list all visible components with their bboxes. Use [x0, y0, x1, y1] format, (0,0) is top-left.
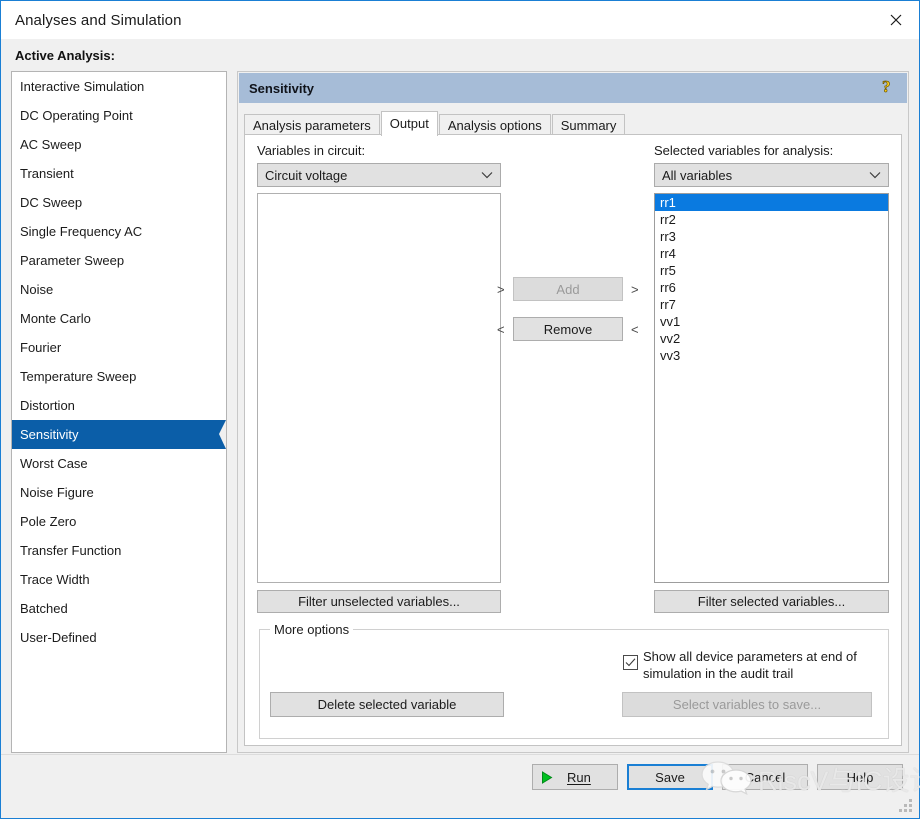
save-button[interactable]: Save: [627, 764, 713, 790]
cancel-button[interactable]: Cancel: [722, 764, 808, 790]
sidebar-item-transient[interactable]: Transient: [12, 159, 226, 188]
selected-variables-value: All variables: [662, 167, 733, 183]
sidebar-item-temperature-sweep[interactable]: Temperature Sweep: [12, 362, 226, 391]
title-bar: Analyses and Simulation: [1, 1, 919, 39]
tab-panel-output: Variables in circuit: Circuit voltage Fi…: [244, 134, 902, 746]
svg-text:?: ?: [882, 77, 891, 96]
tab-output[interactable]: Output: [380, 111, 438, 136]
play-triangle-icon: [542, 770, 553, 784]
sidebar-item-dc-sweep[interactable]: DC Sweep: [12, 188, 226, 217]
list-item[interactable]: rr7: [655, 296, 888, 313]
resize-grip[interactable]: [899, 799, 913, 813]
close-glyph: [890, 14, 902, 25]
chevron-glyph: [869, 172, 881, 179]
delete-selected-variable-button[interactable]: Delete selected variable: [270, 692, 504, 717]
analysis-panel: Sensitivity ? Analysis parameters Output A…: [237, 71, 909, 753]
list-item[interactable]: rr2: [655, 211, 888, 228]
window-title: Analyses and Simulation: [15, 11, 182, 29]
chevron-down-icon: [474, 171, 500, 179]
sidebar-item-transfer-function[interactable]: Transfer Function: [12, 536, 226, 565]
more-options-legend: More options: [270, 622, 354, 637]
show-all-device-parameters-checkbox[interactable]: [623, 655, 638, 670]
list-item[interactable]: rr3: [655, 228, 888, 245]
sidebar-item-dc-operating-point[interactable]: DC Operating Point: [12, 101, 226, 130]
more-options-group: More options Delete selected variable Sh…: [259, 622, 889, 739]
sidebar-item-parameter-sweep[interactable]: Parameter Sweep: [12, 246, 226, 275]
remove-left-arrow-icon: <: [497, 322, 505, 337]
variables-in-circuit-select[interactable]: Circuit voltage: [257, 163, 501, 187]
question-mark-glyph: ?: [882, 77, 891, 96]
filter-unselected-variables-button[interactable]: Filter unselected variables...: [257, 590, 501, 613]
selected-variables-list[interactable]: rr1 rr2 rr3 rr4 rr5 rr6 rr7 vv1 vv2 vv3: [654, 193, 889, 583]
tab-analysis-parameters[interactable]: Analysis parameters: [244, 114, 380, 135]
question-mark-help-icon[interactable]: ?: [878, 75, 900, 101]
remove-button[interactable]: Remove: [513, 317, 623, 341]
selected-variables-select[interactable]: All variables: [654, 163, 889, 187]
list-item[interactable]: rr1: [655, 194, 888, 211]
sidebar-item-sensitivity[interactable]: Sensitivity: [12, 420, 226, 449]
help-button[interactable]: Help: [817, 764, 903, 790]
list-item[interactable]: vv3: [655, 347, 888, 364]
sidebar-item-worst-case[interactable]: Worst Case: [12, 449, 226, 478]
list-item[interactable]: vv1: [655, 313, 888, 330]
sidebar-item-batched[interactable]: Batched: [12, 594, 226, 623]
remove-right-arrow-icon: <: [631, 322, 639, 337]
sidebar-item-noise[interactable]: Noise: [12, 275, 226, 304]
page-title: Sensitivity: [249, 80, 315, 96]
select-variables-to-save-button[interactable]: Select variables to save...: [622, 692, 872, 717]
add-left-arrow-icon: >: [497, 282, 505, 297]
filter-selected-variables-button[interactable]: Filter selected variables...: [654, 590, 889, 613]
list-item[interactable]: vv2: [655, 330, 888, 347]
sidebar-item-fourier[interactable]: Fourier: [12, 333, 226, 362]
close-icon[interactable]: [873, 1, 919, 38]
analyses-and-simulation-window: Analyses and Simulation Active Analysis:…: [0, 0, 920, 819]
sidebar-item-interactive-simulation[interactable]: Interactive Simulation: [12, 72, 226, 101]
sidebar-item-user-defined[interactable]: User-Defined: [12, 623, 226, 652]
sidebar-item-distortion[interactable]: Distortion: [12, 391, 226, 420]
active-analysis-list[interactable]: Interactive Simulation DC Operating Point…: [11, 71, 227, 753]
tab-strip[interactable]: Analysis parameters Output Analysis option…: [244, 111, 902, 136]
sidebar-item-monte-carlo[interactable]: Monte Carlo: [12, 304, 226, 333]
tab-summary[interactable]: Summary: [551, 114, 626, 135]
chevron-glyph: [481, 172, 493, 179]
dialog-footer: Run Save Cancel Help: [1, 754, 919, 818]
variables-in-circuit-label: Variables in circuit:: [257, 143, 366, 158]
show-all-device-parameters-checkbox-row[interactable]: Show all device parameters at end of sim…: [623, 648, 873, 682]
sidebar-item-noise-figure[interactable]: Noise Figure: [12, 478, 226, 507]
run-button[interactable]: Run: [532, 764, 618, 790]
sidebar-item-pole-zero[interactable]: Pole Zero: [12, 507, 226, 536]
variables-in-circuit-value: Circuit voltage: [265, 167, 348, 183]
list-item[interactable]: rr6: [655, 279, 888, 296]
panel-header: Sensitivity ?: [239, 73, 907, 103]
unselected-variables-list[interactable]: [257, 193, 501, 583]
sidebar-item-trace-width[interactable]: Trace Width: [12, 565, 226, 594]
show-all-device-parameters-label: Show all device parameters at end of sim…: [643, 649, 857, 681]
checkmark-icon: [625, 658, 636, 667]
chevron-down-icon: [862, 171, 888, 179]
selected-variables-label: Selected variables for analysis:: [654, 143, 834, 158]
add-button[interactable]: Add: [513, 277, 623, 301]
tab-analysis-options[interactable]: Analysis options: [438, 114, 551, 135]
dialog-body: Active Analysis: Interactive Simulation D…: [1, 39, 919, 818]
list-item[interactable]: rr4: [655, 245, 888, 262]
run-button-label: Run: [567, 769, 591, 785]
sidebar-item-single-frequency-ac[interactable]: Single Frequency AC: [12, 217, 226, 246]
list-item[interactable]: rr5: [655, 262, 888, 279]
active-analysis-label: Active Analysis:: [15, 48, 115, 63]
sidebar-item-ac-sweep[interactable]: AC Sweep: [12, 130, 226, 159]
add-right-arrow-icon: >: [631, 282, 639, 297]
